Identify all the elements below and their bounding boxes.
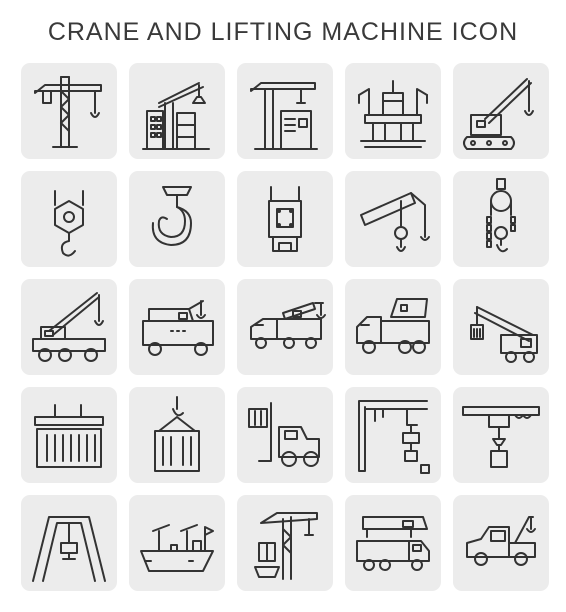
chain-hoist-icon bbox=[453, 171, 549, 267]
truck-crane-container-icon bbox=[453, 279, 549, 375]
crane-truck-icon bbox=[129, 279, 225, 375]
mobile-crane-icon bbox=[21, 279, 117, 375]
crane-hook-block-icon bbox=[21, 171, 117, 267]
forklift-icon bbox=[237, 387, 333, 483]
icon-grid bbox=[21, 63, 549, 593]
cargo-ship-cranes-icon bbox=[129, 495, 225, 591]
port-crane-icon bbox=[237, 63, 333, 159]
crane-boom-hook-icon bbox=[345, 171, 441, 267]
container-spreader-icon bbox=[21, 387, 117, 483]
overhead-bridge-crane-icon bbox=[453, 387, 549, 483]
dump-truck-icon bbox=[345, 279, 441, 375]
page-title: CRANE AND LIFTING MACHINE ICON bbox=[47, 18, 519, 46]
tower-crane-icon bbox=[21, 63, 117, 159]
mobile-crane-truck-icon bbox=[345, 495, 441, 591]
truck-crane-icon bbox=[237, 279, 333, 375]
port-tower-crane-icon bbox=[237, 495, 333, 591]
hook-lifting-container-icon bbox=[129, 387, 225, 483]
tow-truck-icon bbox=[453, 495, 549, 591]
hook-block-icon bbox=[237, 171, 333, 267]
crane-hook-icon bbox=[129, 171, 225, 267]
gantry-crane-icon bbox=[21, 495, 117, 591]
construction-crane-icon bbox=[129, 63, 225, 159]
overhead-crane-warehouse-icon bbox=[345, 387, 441, 483]
crawler-crane-icon bbox=[453, 63, 549, 159]
offshore-platform-icon bbox=[345, 63, 441, 159]
